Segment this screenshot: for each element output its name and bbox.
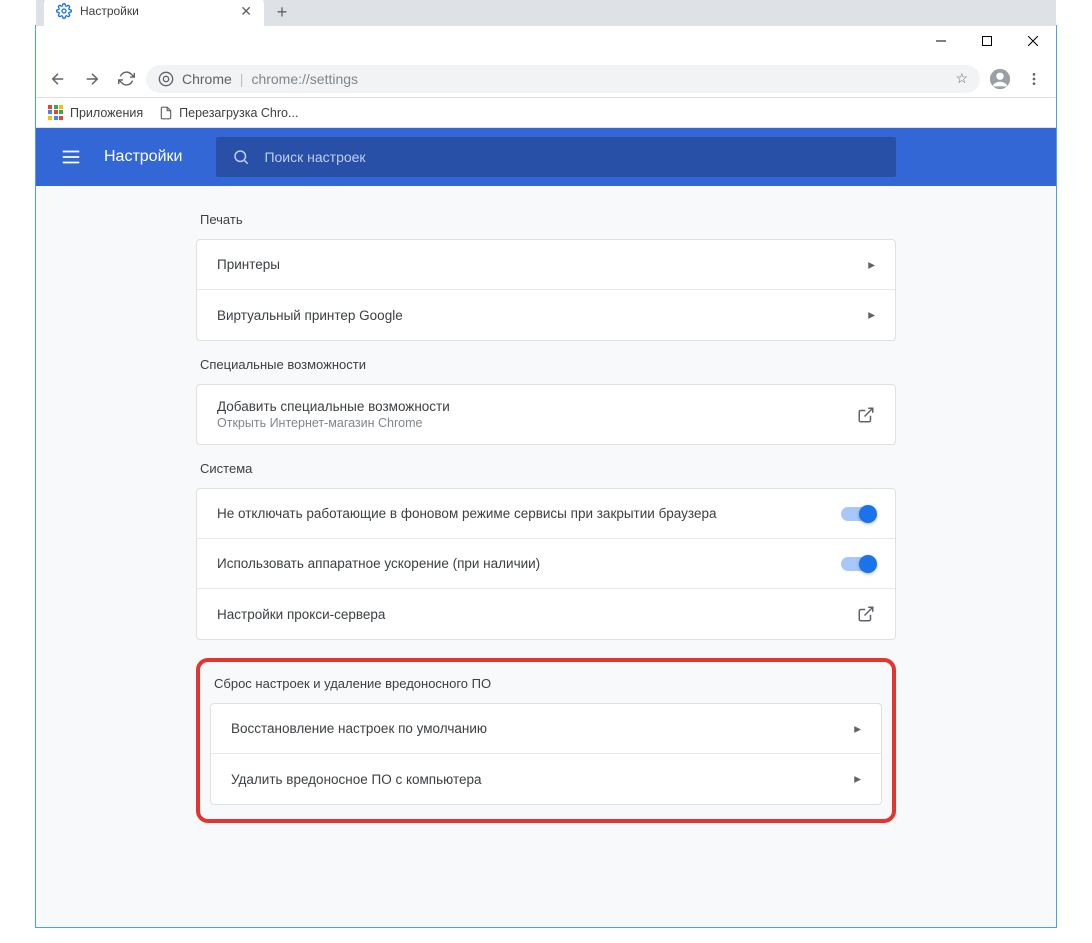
profile-button[interactable]: [986, 65, 1014, 93]
row-proxy-label: Настройки прокси-сервера: [217, 607, 857, 622]
back-button[interactable]: [44, 65, 72, 93]
row-add-accessibility-label: Добавить специальные возможности: [217, 399, 857, 414]
section-title-print: Печать: [200, 212, 896, 227]
row-cloud-print[interactable]: Виртуальный принтер Google ▸: [197, 290, 895, 340]
new-tab-button[interactable]: +: [268, 0, 296, 26]
tab-strip: Настройки ✕ +: [36, 0, 1056, 26]
chevron-right-icon: ▸: [854, 771, 861, 787]
bookmark-apps[interactable]: Приложения: [48, 105, 143, 121]
settings-page-title: Настройки: [104, 148, 182, 166]
settings-scroll-area[interactable]: Печать Принтеры ▸ Виртуальный принтер Go…: [36, 186, 1056, 927]
bookmark-reload-chrome[interactable]: Перезагрузка Chro...: [159, 106, 298, 120]
section-title-accessibility: Специальные возможности: [200, 357, 896, 372]
row-add-accessibility[interactable]: Добавить специальные возможности Открыть…: [197, 385, 895, 444]
page-content: Настройки Печать Принтеры ▸ Виртуальный …: [36, 128, 1056, 927]
settings-header: Настройки: [36, 128, 1056, 186]
close-tab-icon[interactable]: ✕: [240, 3, 252, 20]
row-add-accessibility-sub: Открыть Интернет-магазин Chrome: [217, 416, 857, 430]
page-icon: [159, 106, 173, 120]
card-system: Не отключать работающие в фоновом режиме…: [196, 488, 896, 640]
bookmark-star-icon[interactable]: ☆: [955, 70, 968, 87]
bookmark-reload-label: Перезагрузка Chro...: [179, 106, 298, 120]
search-icon: [232, 148, 250, 166]
row-proxy[interactable]: Настройки прокси-сервера: [197, 589, 895, 639]
address-bar: Chrome | chrome://settings ☆: [36, 60, 1056, 98]
row-restore-defaults[interactable]: Восстановление настроек по умолчанию ▸: [211, 704, 881, 754]
row-cleanup-label: Удалить вредоносное ПО с компьютера: [231, 772, 854, 787]
bookmarks-bar: Приложения Перезагрузка Chro...: [36, 98, 1056, 128]
omnibox-chip: Chrome: [182, 71, 232, 87]
tab-title: Настройки: [80, 4, 139, 18]
open-external-icon: [857, 406, 875, 424]
window-minimize-button[interactable]: [918, 26, 964, 56]
toggle-hw-accel[interactable]: [841, 557, 875, 571]
card-accessibility: Добавить специальные возможности Открыть…: [196, 384, 896, 445]
settings-search[interactable]: [216, 137, 896, 177]
toggle-background-apps[interactable]: [841, 507, 875, 521]
forward-button[interactable]: [78, 65, 106, 93]
highlighted-reset-section: Сброс настроек и удаление вредоносного П…: [196, 658, 896, 823]
row-background-apps-label: Не отключать работающие в фоновом режиме…: [217, 506, 841, 521]
bookmark-apps-label: Приложения: [70, 106, 143, 120]
reload-button[interactable]: [112, 65, 140, 93]
window-titlebar: [36, 26, 1056, 60]
row-printers-label: Принтеры: [217, 257, 868, 272]
gear-icon: [56, 3, 72, 19]
card-reset: Восстановление настроек по умолчанию ▸ У…: [210, 703, 882, 805]
kebab-menu-button[interactable]: [1020, 65, 1048, 93]
row-hw-accel[interactable]: Использовать аппаратное ускорение (при н…: [197, 539, 895, 589]
settings-search-input[interactable]: [264, 149, 880, 165]
chrome-icon: [158, 71, 174, 87]
row-hw-accel-label: Использовать аппаратное ускорение (при н…: [217, 556, 841, 571]
section-title-system: Система: [200, 461, 896, 476]
apps-grid-icon: [48, 105, 64, 121]
open-external-icon: [857, 605, 875, 623]
chevron-right-icon: ▸: [868, 257, 875, 273]
row-restore-defaults-label: Восстановление настроек по умолчанию: [231, 721, 854, 736]
row-cleanup[interactable]: Удалить вредоносное ПО с компьютера ▸: [211, 754, 881, 804]
chevron-right-icon: ▸: [868, 307, 875, 323]
card-print: Принтеры ▸ Виртуальный принтер Google ▸: [196, 239, 896, 341]
row-printers[interactable]: Принтеры ▸: [197, 240, 895, 290]
hamburger-menu-icon[interactable]: [60, 146, 82, 168]
omnibox-url: chrome://settings: [251, 71, 358, 87]
section-title-reset: Сброс настроек и удаление вредоносного П…: [214, 676, 882, 691]
row-cloud-print-label: Виртуальный принтер Google: [217, 308, 868, 323]
window-close-button[interactable]: [1010, 26, 1056, 56]
window-maximize-button[interactable]: [964, 26, 1010, 56]
omnibox-separator: |: [240, 71, 244, 87]
chevron-right-icon: ▸: [854, 721, 861, 737]
row-background-apps[interactable]: Не отключать работающие в фоновом режиме…: [197, 489, 895, 539]
settings-sections: Печать Принтеры ▸ Виртуальный принтер Go…: [196, 186, 896, 863]
omnibox[interactable]: Chrome | chrome://settings ☆: [146, 65, 980, 93]
browser-window: Настройки ✕ + Chrome | chrome://settings…: [35, 25, 1057, 928]
tab-settings[interactable]: Настройки ✕: [44, 0, 264, 26]
